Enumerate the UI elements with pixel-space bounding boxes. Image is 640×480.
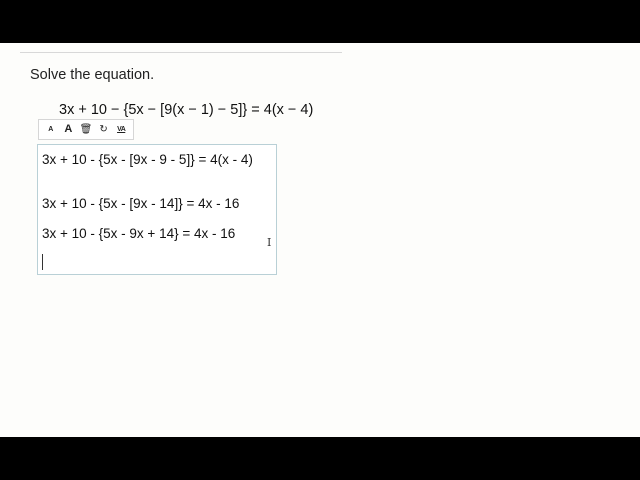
answer-editor[interactable]: 3x + 10 - {5x - [9x - 9 - 5]} = 4(x - 4)… xyxy=(37,144,277,275)
text-cursor-icon: I xyxy=(267,236,272,249)
question-prompt: Solve the equation. xyxy=(30,67,155,83)
increase-font-size-button[interactable]: A xyxy=(60,122,76,138)
editor-toolbar: A A 🗑 ↻ VA xyxy=(38,119,134,140)
text-caret xyxy=(42,254,43,270)
decrease-font-size-button[interactable]: A xyxy=(43,122,59,138)
text-format-icon[interactable]: VA xyxy=(113,122,129,138)
question-equation: 3x + 10 − {5x − [9(x − 1) − 5]} = 4(x − … xyxy=(59,102,314,118)
refresh-icon[interactable]: ↻ xyxy=(96,122,112,138)
trash-icon[interactable]: 🗑 xyxy=(78,122,94,138)
editor-line: 3x + 10 - {5x - [9x - 9 - 5]} = 4(x - 4) xyxy=(42,152,253,167)
editor-line: 3x + 10 - {5x - [9x - 14]} = 4x - 16 xyxy=(42,196,240,211)
editor-line: 3x + 10 - {5x - 9x + 14} = 4x - 16 xyxy=(42,226,236,241)
screen: Solve the equation. 3x + 10 − {5x − [9(x… xyxy=(0,43,640,437)
divider xyxy=(20,52,342,53)
content-panel: Solve the equation. 3x + 10 − {5x − [9(x… xyxy=(0,43,640,437)
